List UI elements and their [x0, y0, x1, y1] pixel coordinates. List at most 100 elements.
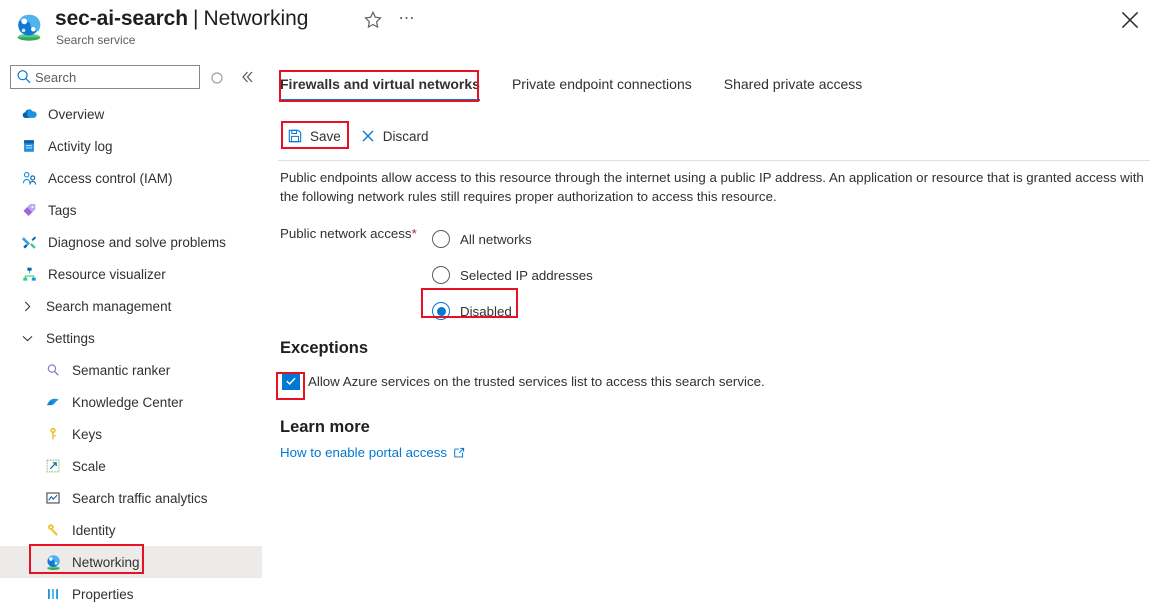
radio-label: Disabled: [460, 303, 512, 319]
sidebar-item-label: Knowledge Center: [72, 394, 184, 410]
sidebar-item-access-control[interactable]: Access control (IAM): [0, 162, 272, 194]
check-icon: [286, 377, 296, 386]
sidebar-item-semantic-ranker[interactable]: Semantic ranker: [0, 354, 272, 386]
azure-ai-search-icon: [17, 14, 41, 41]
tab-label: Shared private access: [723, 76, 863, 92]
trusted-services-checkbox-row[interactable]: Allow Azure services on the trusted serv…: [282, 372, 765, 390]
sidebar-group-search-management[interactable]: Search management: [0, 290, 272, 322]
networking-icon: [44, 553, 62, 571]
activity-log-icon: [20, 137, 38, 155]
search-placeholder: Search: [35, 69, 77, 85]
blade-title-bar: sec-ai-search | Networking ⋯ Search serv…: [0, 0, 1156, 56]
sidebar-item-tags[interactable]: Tags: [0, 194, 272, 226]
radio-selected-ip-addresses[interactable]: Selected IP addresses: [432, 257, 593, 293]
public-network-access-label: Public network access*: [280, 226, 417, 241]
tab-active-underline: [280, 99, 480, 101]
how-to-enable-portal-access-link[interactable]: How to enable portal access: [280, 445, 465, 460]
external-link-icon: [454, 447, 465, 457]
exceptions-heading: Exceptions: [280, 339, 369, 357]
sidebar-item-label: Diagnose and solve problems: [48, 234, 226, 250]
sidebar-item-knowledge-center[interactable]: Knowledge Center: [0, 386, 272, 418]
radio-all-networks[interactable]: All networks: [432, 221, 593, 257]
save-disk-icon: [286, 127, 304, 145]
radio-indicator: [432, 230, 450, 248]
blade-name: Networking: [203, 7, 309, 30]
ellipsis-icon[interactable]: ⋯: [396, 9, 418, 31]
command-bar: Save Discard: [282, 122, 443, 150]
resource-type-subtitle: Search service: [56, 33, 136, 47]
radio-indicator: [432, 266, 450, 284]
sidebar-item-overview[interactable]: Overview: [0, 98, 272, 130]
chevron-down-icon: [18, 329, 36, 347]
sidebar-item-properties[interactable]: Properties: [0, 578, 272, 610]
sidebar-item-label: Tags: [48, 202, 77, 218]
sidebar-item-diagnose[interactable]: Diagnose and solve problems: [0, 226, 272, 258]
tab-firewalls-and-virtual-networks[interactable]: Firewalls and virtual networks: [280, 72, 480, 101]
tab-bar: Firewalls and virtual networks Private e…: [280, 72, 894, 106]
sidebar-item-resource-visualizer[interactable]: Resource visualizer: [0, 258, 272, 290]
sidebar-item-label: Settings: [46, 330, 95, 346]
tab-private-endpoint-connections[interactable]: Private endpoint connections: [512, 72, 692, 101]
page-title: sec-ai-search | Networking: [55, 4, 308, 34]
magnifier-icon: [44, 361, 62, 379]
learn-more-heading: Learn more: [280, 418, 370, 436]
cloud-icon: [20, 105, 38, 123]
sidebar-item-identity[interactable]: Identity: [0, 514, 272, 546]
command-bar-divider: [278, 160, 1150, 161]
radio-label: All networks: [460, 231, 532, 247]
public-network-access-label-text: Public network access: [280, 226, 412, 241]
sidebar-item-networking[interactable]: Networking: [0, 546, 262, 578]
link-label: How to enable portal access: [280, 445, 448, 460]
radio-label: Selected IP addresses: [460, 267, 593, 283]
sidebar-nav-list: Overview Activity log Access control (IA…: [0, 98, 272, 610]
tag-icon: [20, 201, 38, 219]
sidebar-item-activity-log[interactable]: Activity log: [0, 130, 272, 162]
radio-disabled[interactable]: Disabled: [432, 293, 593, 329]
wrench-icon: [20, 233, 38, 251]
sidebar-item-keys[interactable]: Keys: [0, 418, 272, 450]
sidebar-item-scale[interactable]: Scale: [0, 450, 272, 482]
close-icon[interactable]: [1117, 7, 1143, 33]
resource-visualizer-icon: [20, 265, 38, 283]
star-icon[interactable]: [362, 9, 384, 31]
key-icon: [44, 425, 62, 443]
sidebar-group-settings[interactable]: Settings: [0, 322, 272, 354]
resource-name: sec-ai-search: [55, 7, 188, 30]
people-icon: [20, 169, 38, 187]
analytics-icon: [44, 489, 62, 507]
sidebar-item-label: Semantic ranker: [72, 362, 171, 378]
sidebar-item-label: Networking: [72, 554, 140, 570]
discard-button-label: Discard: [382, 128, 429, 144]
sidebar-item-label: Search traffic analytics: [72, 490, 208, 506]
sidebar-item-label: Scale: [72, 458, 106, 474]
tab-label: Private endpoint connections: [511, 76, 692, 92]
trusted-services-checkbox[interactable]: [282, 372, 300, 390]
sidebar-item-label: Overview: [48, 106, 105, 122]
sidebar-item-label: Identity: [72, 522, 116, 538]
sidebar-item-label: Search management: [46, 298, 172, 314]
chevron-right-icon: [18, 297, 36, 315]
save-button[interactable]: Save: [282, 123, 349, 149]
sidebar-item-label: Activity log: [48, 138, 113, 154]
public-network-access-radio-group: All networks Selected IP addresses Disab…: [432, 221, 593, 329]
discard-button[interactable]: Discard: [355, 123, 437, 149]
trusted-services-checkbox-label: Allow Azure services on the trusted serv…: [308, 373, 765, 389]
discard-x-icon: [359, 127, 377, 145]
knowledge-center-icon: [44, 393, 62, 411]
sidebar-item-label: Access control (IAM): [48, 170, 173, 186]
double-chevron-left-icon[interactable]: [236, 66, 258, 88]
sidebar-item-label: Properties: [72, 586, 134, 602]
blade-sidebar: Search Overview Activity log Access cont…: [0, 56, 272, 610]
tab-label: Firewalls and virtual networks: [280, 76, 480, 92]
sidebar-item-search-traffic-analytics[interactable]: Search traffic analytics: [0, 482, 272, 514]
description-text: Public endpoints allow access to this re…: [280, 170, 1144, 204]
search-input[interactable]: Search: [10, 65, 200, 89]
blade-content: Firewalls and virtual networks Private e…: [272, 56, 1156, 610]
tab-shared-private-access[interactable]: Shared private access: [724, 72, 863, 101]
search-icon: [17, 70, 31, 84]
sidebar-item-label: Resource visualizer: [48, 266, 166, 282]
azure-portal-blade: sec-ai-search | Networking ⋯ Search serv…: [0, 0, 1156, 610]
properties-icon: [44, 585, 62, 603]
refresh-icon[interactable]: [206, 67, 228, 89]
radio-indicator-selected: [432, 302, 450, 320]
